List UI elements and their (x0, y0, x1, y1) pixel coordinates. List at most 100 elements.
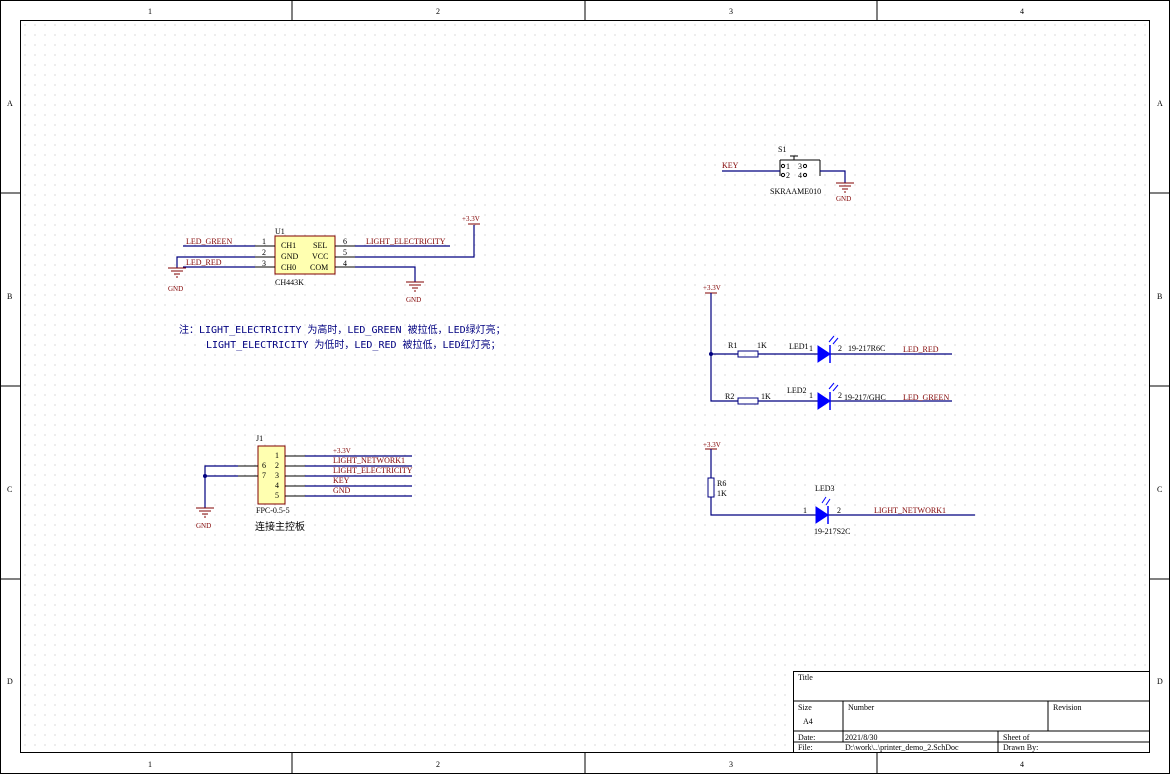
sheet-label: Sheet of (1003, 733, 1030, 742)
led3-net: LIGHT_NETWORK1 (874, 506, 946, 515)
j1-pin3-num: 3 (275, 471, 279, 480)
led1-pin-a: 1 (809, 344, 813, 353)
u1-pin-sel-name: SEL (313, 241, 327, 250)
j1-net-key: KEY (333, 476, 350, 485)
led-vcc-symbol: +3.3V (703, 284, 721, 294)
zone-row-a-right: A (1157, 99, 1163, 108)
j1-pin2-num: 2 (275, 461, 279, 470)
dot-grid (20, 20, 1150, 753)
net-label-led-red-u1: LED_RED (186, 258, 222, 267)
led1-part: 19-217R6C (848, 344, 885, 353)
led3-designator: LED3 (815, 484, 835, 493)
date-label: Date: (798, 733, 815, 742)
s1-net-key: KEY (722, 161, 739, 170)
file-label: File: (798, 743, 813, 752)
zone-col-3-bottom: 3 (729, 760, 733, 769)
j1-pin7-num: 7 (262, 471, 266, 480)
led1-designator: LED1 (789, 342, 809, 351)
zone-col-1-top: 1 (148, 7, 152, 16)
r6-designator: R6 (717, 479, 726, 488)
led2-pin-k: 2 (838, 391, 842, 400)
led1-pin-k: 2 (838, 344, 842, 353)
j1-part: FPC-0.5-5 (256, 506, 290, 515)
s1-pin4-num: 4 (798, 171, 802, 180)
u1-vcc-symbol: +3.3V (462, 215, 480, 225)
title-label: Title (798, 673, 813, 682)
s1-part: SKRAAME010 (770, 187, 821, 196)
zone-row-a-left: A (7, 99, 13, 108)
zone-row-d-left: D (7, 677, 13, 686)
led2-designator: LED2 (787, 386, 807, 395)
s1-gnd-label: GND (836, 195, 851, 203)
drawn-by-label: Drawn By: (1003, 743, 1038, 752)
u1-pin-ch1-name: CH1 (281, 241, 296, 250)
led-vcc-label: +3.3V (703, 284, 721, 292)
r1-value: 1K (757, 341, 767, 350)
zone-row-c-left: C (7, 485, 12, 494)
u1-part: CH443K (275, 278, 304, 287)
zone-row-b-right: B (1157, 292, 1162, 301)
size-value: A4 (803, 717, 813, 726)
j1-gnd-label: GND (196, 522, 211, 530)
j1-caption: 连接主控板 (255, 520, 305, 533)
u1-pin5-num: 5 (343, 248, 347, 257)
led2-part: 19-217/GHC (844, 393, 886, 402)
led3-pin-k: 2 (837, 506, 841, 515)
u1-designator: U1 (275, 227, 285, 236)
j1-pin1-num: 1 (275, 451, 279, 460)
led3-vcc-label: +3.3V (703, 441, 721, 449)
led3-vcc-symbol: +3.3V (703, 441, 721, 450)
title-block: Title Size A4 Number Revision Date: 2021… (793, 671, 1150, 753)
s1-pin2-num: 2 (786, 171, 790, 180)
led2-pin-a: 1 (809, 391, 813, 400)
zone-row-b-left: B (7, 292, 12, 301)
r1-designator: R1 (728, 341, 737, 350)
led3-part: 19-217S2C (814, 527, 850, 536)
s1-designator: S1 (778, 145, 786, 154)
date-value: 2021/8/30 (845, 733, 877, 742)
j1-net-light-electricity: LIGHT_ELECTRICITY (333, 466, 413, 475)
j1-net-gnd: GND (333, 486, 351, 495)
j1-pin5-num: 5 (275, 491, 279, 500)
j1-pin6-num: 6 (262, 461, 266, 470)
net-label-led-green-u1: LED_GREEN (186, 237, 232, 246)
zone-col-4-top: 4 (1020, 7, 1024, 16)
led2-net: LED_GREEN (903, 393, 949, 402)
zone-row-d-right: D (1157, 677, 1163, 686)
zone-col-1-bottom: 1 (148, 760, 152, 769)
j1-net-3v3: +3.3V (333, 447, 351, 455)
j1-designator: J1 (256, 434, 263, 443)
schematic-sheet: 1 2 3 4 1 2 3 4 A B C D A B C D U1 CH443… (0, 0, 1170, 774)
note-line-1: 注：LIGHT_ELECTRICITY 为高时，LED_GREEN 被拉低，LE… (179, 323, 506, 336)
size-label: Size (798, 703, 812, 712)
u1-pin1-num: 1 (262, 237, 266, 246)
zone-col-2-top: 2 (436, 7, 440, 16)
zone-row-c-right: C (1157, 485, 1162, 494)
note-line-2: LIGHT_ELECTRICITY 为低时，LED_RED 被拉低，LED红灯亮… (206, 338, 501, 351)
r6-value: 1K (717, 489, 727, 498)
zone-col-4-bottom: 4 (1020, 760, 1024, 769)
revision-label: Revision (1053, 703, 1081, 712)
j1-net-light-network1: LIGHT_NETWORK1 (333, 456, 405, 465)
led1-net: LED_RED (903, 345, 939, 354)
u1-gnd-right-label: GND (406, 296, 421, 304)
s1-pin3-num: 3 (798, 162, 802, 171)
r2-designator: R2 (725, 392, 734, 401)
u1-pin-vcc-name: VCC (312, 252, 328, 261)
net-label-light-electricity-u1: LIGHT_ELECTRICITY (366, 237, 446, 246)
u1-pin-gnd-name: GND (281, 252, 299, 261)
zone-col-2-bottom: 2 (436, 760, 440, 769)
number-label: Number (848, 703, 875, 712)
u1-pin-com-name: COM (310, 263, 328, 272)
led3-pin-a: 1 (803, 506, 807, 515)
u1-pin-ch0-name: CH0 (281, 263, 296, 272)
r2-value: 1K (761, 392, 771, 401)
u1-pin2-num: 2 (262, 248, 266, 257)
u1-vcc-label: +3.3V (462, 215, 480, 223)
u1-pin6-num: 6 (343, 237, 347, 246)
s1-pin1-num: 1 (786, 162, 790, 171)
file-value: D:\work\..\printer_demo_2.SchDoc (845, 743, 959, 752)
j1-pin4-num: 4 (275, 481, 279, 490)
u1-gnd-left-label: GND (168, 285, 183, 293)
zone-col-3-top: 3 (729, 7, 733, 16)
